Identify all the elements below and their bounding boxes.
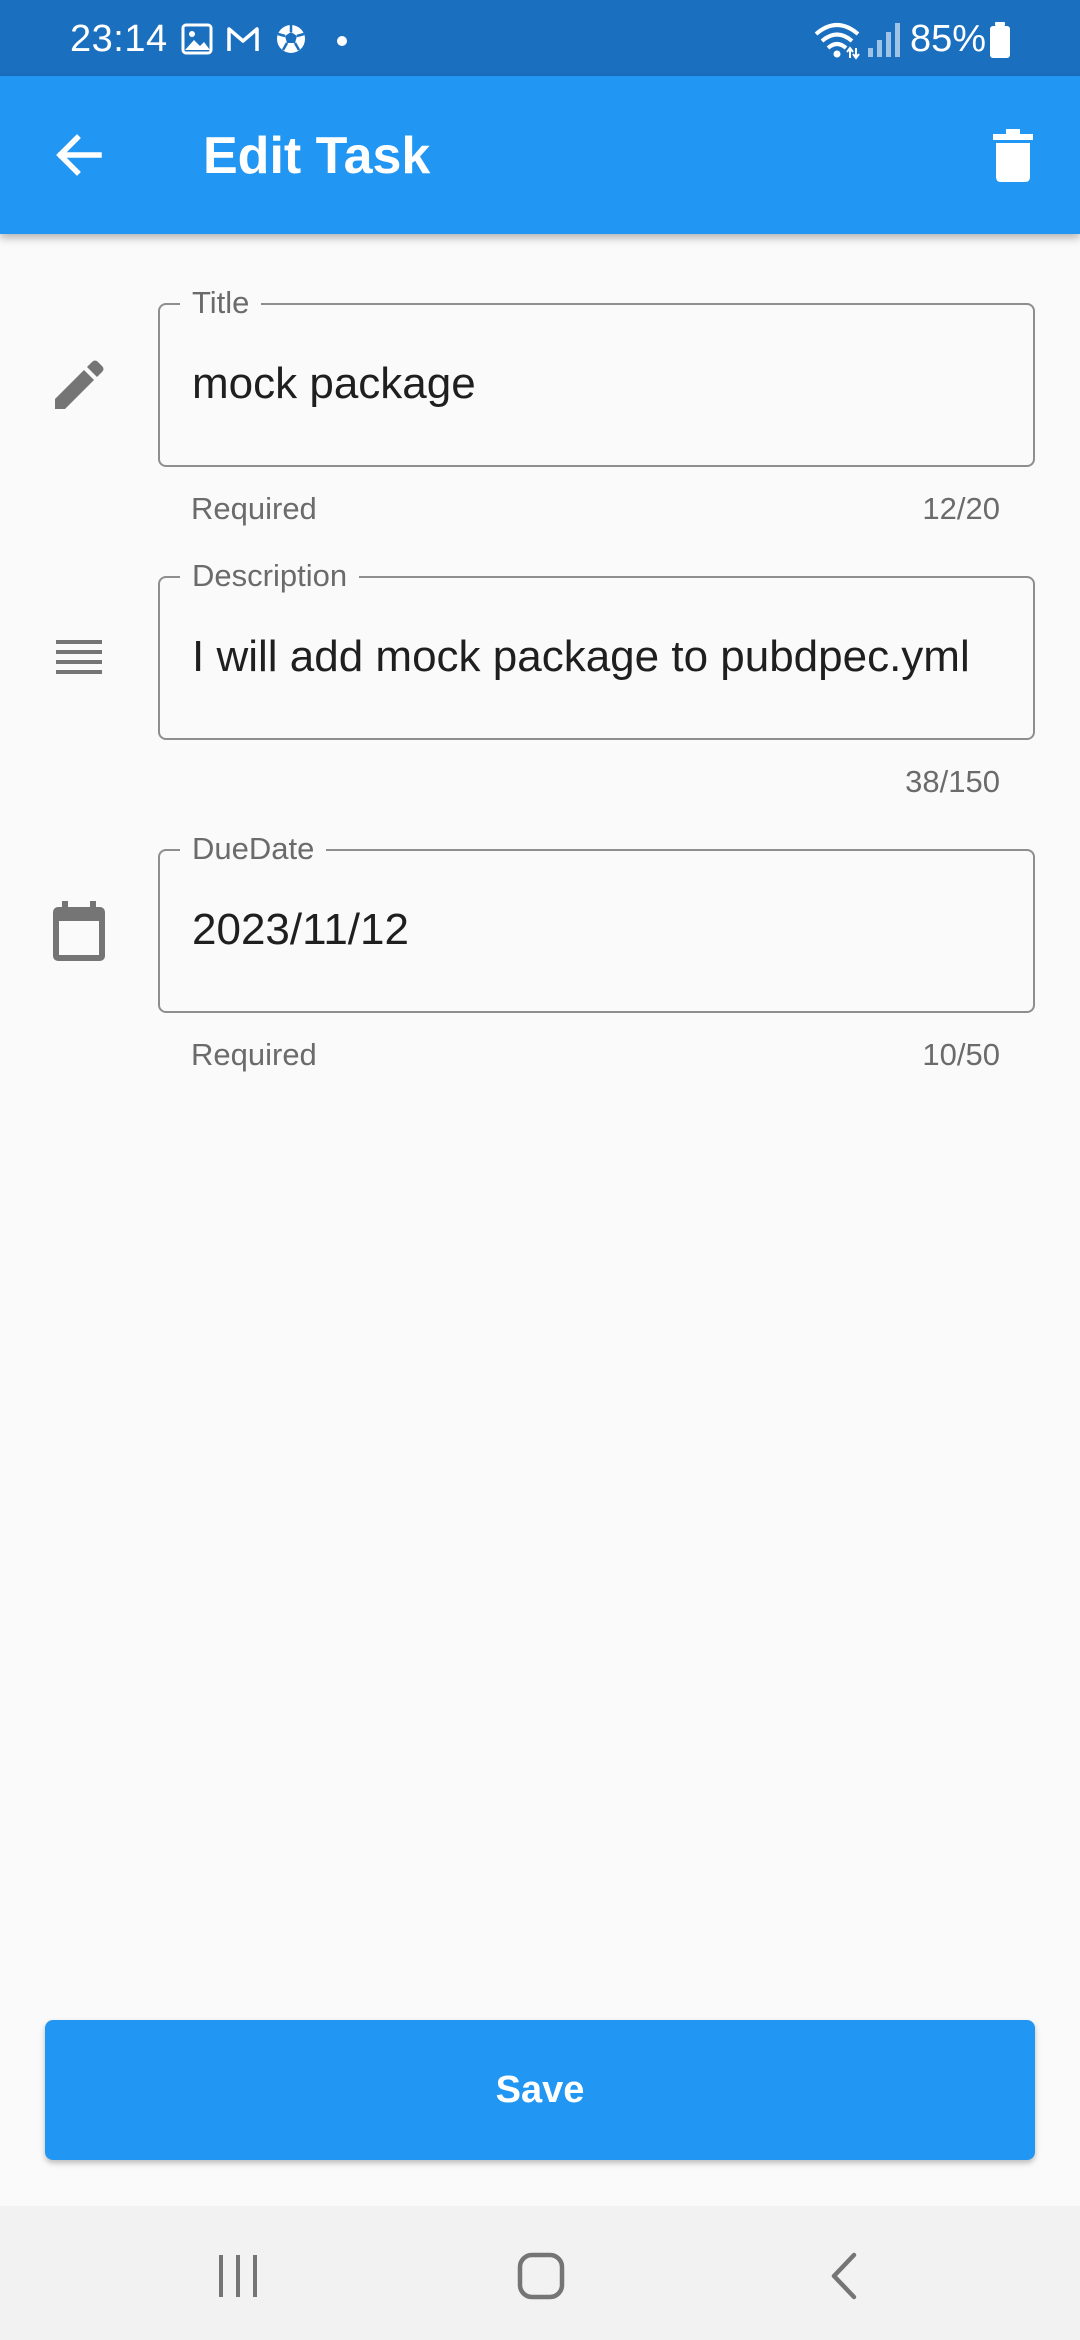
save-button[interactable]: Save	[45, 2020, 1035, 2160]
description-field[interactable]: Description I will add mock package to p…	[158, 556, 1035, 740]
save-button-label: Save	[495, 2068, 585, 2111]
recent-apps-icon	[219, 2255, 257, 2297]
duedate-field[interactable]: DueDate 2023/11/12	[158, 829, 1035, 1013]
dot-icon	[337, 36, 347, 46]
status-time: 23:14	[70, 18, 168, 60]
arrow-back-icon	[56, 134, 102, 176]
signal-icon	[868, 23, 900, 57]
system-nav-bar	[0, 2206, 1080, 2340]
description-input[interactable]: I will add mock package to pubdpec.yml	[192, 630, 1013, 684]
title-input[interactable]: mock package	[192, 357, 1013, 411]
notes-lines-icon	[44, 624, 114, 694]
description-char-counter: 38/150	[905, 764, 1000, 799]
title-field-label: Title	[180, 283, 262, 323]
calendar-icon	[44, 897, 114, 967]
duedate-field-label: DueDate	[180, 829, 327, 869]
gallery-icon	[181, 23, 213, 55]
status-bar: 23:14 85%	[0, 0, 1080, 76]
delete-button[interactable]	[970, 118, 1056, 194]
pencil-icon	[44, 350, 114, 420]
title-char-counter: 12/20	[922, 491, 1000, 526]
duedate-helper-text: Required	[191, 1037, 317, 1072]
duedate-char-counter: 10/50	[922, 1037, 1000, 1072]
page-title: Edit Task	[203, 127, 431, 185]
home-icon	[517, 2252, 565, 2300]
nav-back-icon	[831, 2252, 857, 2300]
home-button[interactable]	[481, 2236, 601, 2316]
back-button[interactable]	[32, 116, 126, 194]
trash-icon	[993, 129, 1033, 182]
duedate-input[interactable]: 2023/11/12	[192, 903, 1013, 957]
title-helper-text: Required	[191, 491, 317, 526]
app-bar: Edit Task	[0, 76, 1080, 234]
gmail-icon	[227, 27, 259, 51]
recent-apps-button[interactable]	[178, 2236, 298, 2316]
description-field-label: Description	[180, 556, 360, 596]
nav-back-button[interactable]	[784, 2236, 904, 2316]
wifi-icon	[814, 23, 860, 60]
battery-percentage: 85%	[910, 18, 987, 60]
title-field[interactable]: Title mock package	[158, 283, 1035, 467]
soccer-ball-icon	[277, 25, 305, 53]
battery-icon	[990, 22, 1010, 58]
